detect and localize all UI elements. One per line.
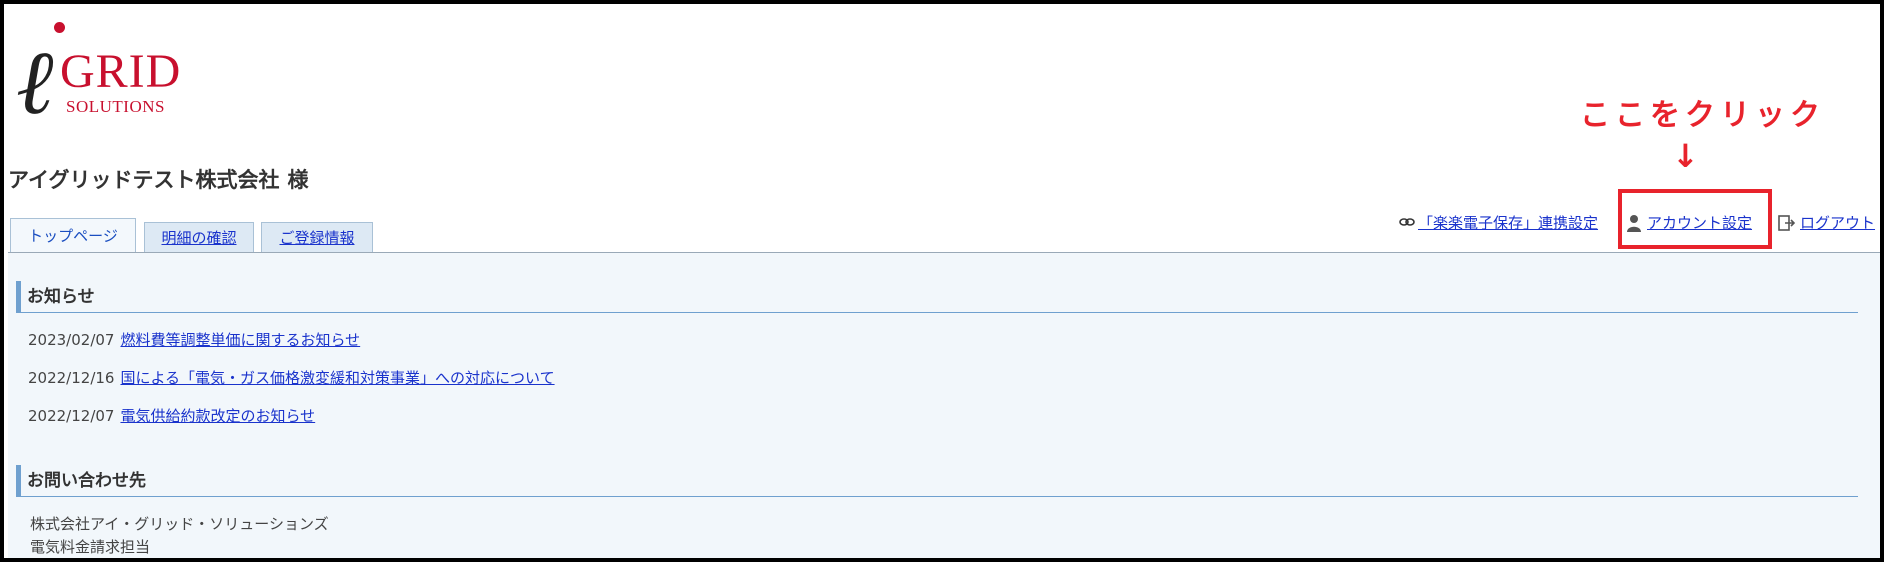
logo-solutions-text: SOLUTIONS	[66, 97, 165, 116]
notice-link[interactable]: 国による「電気・ガス価格激変緩和対策事業」への対応について	[120, 369, 554, 387]
main-content: お知らせ 2023/02/07 燃料費等調整単価に関するお知らせ 2022/12/…	[8, 252, 1880, 558]
logout-icon	[1778, 214, 1796, 236]
page-frame: ℓ GRID SOLUTIONS アイグリッドテスト株式会社様 ここをクリック …	[0, 0, 1884, 562]
tab-top-page[interactable]: トップページ	[10, 218, 136, 253]
annotation-text: ここをクリック	[1580, 98, 1825, 133]
notice-date: 2022/12/07	[28, 407, 115, 425]
logout-link[interactable]: ログアウト	[1800, 212, 1875, 233]
notice-date: 2022/12/16	[28, 369, 115, 387]
tab-statement-check[interactable]: 明細の確認	[144, 222, 254, 252]
rakuraku-link[interactable]: 「楽楽電子保存」連携設定	[1418, 212, 1598, 233]
igrid-logo: ℓ GRID SOLUTIONS	[10, 18, 200, 128]
notice-row: 2022/12/16 国による「電気・ガス価格激変緩和対策事業」への対応について	[28, 367, 555, 388]
user-icon	[1626, 214, 1642, 236]
contact-department: 電気料金請求担当	[30, 538, 151, 556]
notice-link[interactable]: 燃料費等調整単価に関するお知らせ	[120, 331, 360, 349]
logo-dot	[54, 22, 65, 33]
logo-i-letter: ℓ	[16, 30, 54, 135]
notice-date: 2023/02/07	[28, 331, 115, 349]
company-name-text: アイグリッドテスト株式会社	[8, 168, 280, 192]
company-suffix: 様	[287, 168, 309, 192]
notice-row: 2023/02/07 燃料費等調整単価に関するお知らせ	[28, 329, 360, 350]
link-icon	[1399, 214, 1415, 234]
tab-registration-info[interactable]: ご登録情報	[261, 222, 373, 252]
account-settings-link[interactable]: アカウント設定	[1647, 212, 1752, 233]
company-name: アイグリッドテスト株式会社様	[8, 164, 309, 194]
logo-grid-text: GRID	[60, 45, 182, 98]
notice-link[interactable]: 電気供給約款改定のお知らせ	[120, 407, 315, 425]
contact-heading: お問い合わせ先	[16, 465, 1858, 497]
annotation-arrow: ↓	[1672, 137, 1699, 175]
notices-heading: お知らせ	[16, 281, 1858, 313]
contact-company: 株式会社アイ・グリッド・ソリューションズ	[30, 515, 329, 533]
notice-row: 2022/12/07 電気供給約款改定のお知らせ	[28, 405, 315, 426]
